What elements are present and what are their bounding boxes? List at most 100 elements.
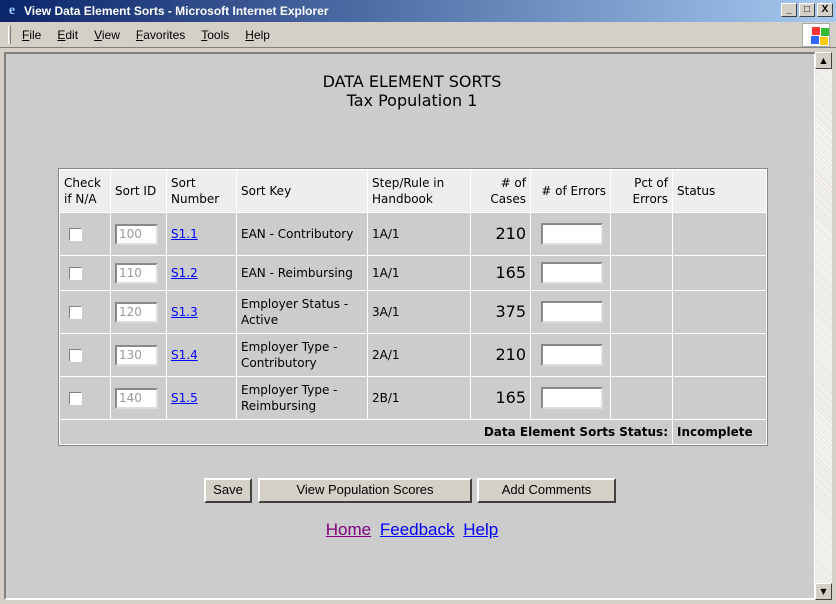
status [673, 291, 766, 333]
step-rule: 1A/1 [368, 213, 470, 255]
sort-number-cell: S1.3 [167, 291, 236, 333]
pct-errors [611, 256, 672, 290]
feedback-link[interactable]: Feedback [380, 520, 455, 539]
errors-input[interactable] [541, 387, 603, 409]
errors-cell [531, 213, 610, 255]
table-row: 140 S1.5 Employer Type - Reimbursing 2B/1 16… [60, 377, 766, 419]
col-status: Status [673, 170, 766, 212]
menu-view[interactable]: View [94, 28, 120, 42]
sort-key: Employer Type - Reimbursing [237, 377, 367, 419]
sort-id-input: 110 [115, 262, 158, 284]
step-rule: 1A/1 [368, 256, 470, 290]
sorts-status-label: Data Element Sorts Status: [60, 420, 672, 444]
errors-input[interactable] [541, 262, 603, 284]
na-cell [60, 291, 110, 333]
errors-cell [531, 256, 610, 290]
errors-input[interactable] [541, 344, 603, 366]
sort-number-cell: S1.2 [167, 256, 236, 290]
home-link[interactable]: Home [326, 520, 371, 539]
sort-id-input: 100 [115, 223, 158, 245]
col-cases: # of Cases [471, 170, 530, 212]
sort-id-cell: 120 [111, 291, 166, 333]
close-button[interactable]: X [817, 3, 833, 17]
menu-edit[interactable]: Edit [57, 28, 78, 42]
page-content: DATA ELEMENT SORTS Tax Population 1 Chec… [4, 52, 816, 600]
scroll-up-button[interactable]: ▲ [815, 52, 832, 69]
na-cell [60, 377, 110, 419]
errors-cell [531, 377, 610, 419]
minimize-button[interactable]: _ [781, 3, 797, 17]
col-errors: # of Errors [531, 170, 610, 212]
na-cell [60, 213, 110, 255]
toolbar-grip[interactable] [8, 26, 11, 44]
cases: 165 [471, 377, 530, 419]
header-row: Check if N/A Sort ID Sort Number Sort Ke… [60, 170, 766, 212]
table-row: 110 S1.2 EAN - Reimbursing 1A/1 165 [60, 256, 766, 290]
window-title: View Data Element Sorts - Microsoft Inte… [24, 4, 329, 18]
page-title: DATA ELEMENT SORTS [322, 72, 502, 91]
add-comments-button[interactable]: Add Comments [477, 478, 616, 503]
step-rule: 2B/1 [368, 377, 470, 419]
sort-number-link[interactable]: S1.4 [171, 348, 198, 362]
save-button[interactable]: Save [204, 478, 252, 503]
na-checkbox[interactable] [69, 305, 82, 319]
errors-cell [531, 334, 610, 376]
sort-id-cell: 110 [111, 256, 166, 290]
sorts-table: Check if N/A Sort ID Sort Number Sort Ke… [58, 168, 768, 446]
sort-id-cell: 130 [111, 334, 166, 376]
menu-favorites[interactable]: Favorites [136, 28, 185, 42]
sort-number-link[interactable]: S1.3 [171, 305, 198, 319]
footer-links: Home Feedback Help [6, 520, 818, 540]
scroll-down-button[interactable]: ▼ [815, 583, 832, 600]
menu-file[interactable]: File [22, 28, 41, 42]
sort-key: Employer Status - Active [237, 291, 367, 333]
cases: 210 [471, 213, 530, 255]
sort-number-link[interactable]: S1.5 [171, 391, 198, 405]
step-rule: 2A/1 [368, 334, 470, 376]
sort-number-link[interactable]: S1.2 [171, 266, 198, 280]
view-population-scores-button[interactable]: View Population Scores [258, 478, 472, 503]
errors-input[interactable] [541, 223, 603, 245]
sort-key: Employer Type - Contributory [237, 334, 367, 376]
table-row: 130 S1.4 Employer Type - Contributory 2A/1 2… [60, 334, 766, 376]
na-checkbox[interactable] [69, 227, 82, 241]
sort-id-cell: 140 [111, 377, 166, 419]
step-rule: 3A/1 [368, 291, 470, 333]
vertical-scrollbar[interactable]: ▲ ▼ [815, 52, 832, 600]
sort-key: EAN - Contributory [237, 213, 367, 255]
col-sort-number: Sort Number [167, 170, 236, 212]
sort-number-cell: S1.5 [167, 377, 236, 419]
title-bar: e View Data Element Sorts - Microsoft In… [0, 0, 836, 22]
maximize-button[interactable]: □ [799, 3, 815, 17]
pct-errors [611, 291, 672, 333]
sort-key: EAN - Reimbursing [237, 256, 367, 290]
sort-id-input: 120 [115, 301, 158, 323]
menu-help[interactable]: Help [245, 28, 270, 42]
errors-input[interactable] [541, 301, 603, 323]
footer-row: Data Element Sorts Status: Incomplete [60, 420, 766, 444]
na-checkbox[interactable] [69, 348, 82, 362]
status [673, 334, 766, 376]
col-step-rule: Step/Rule in Handbook [368, 170, 470, 212]
cases: 210 [471, 334, 530, 376]
cases: 375 [471, 291, 530, 333]
col-check-na: Check if N/A [60, 170, 110, 212]
help-link[interactable]: Help [463, 520, 498, 539]
table-row: 100 S1.1 EAN - Contributory 1A/1 210 [60, 213, 766, 255]
table-row: 120 S1.3 Employer Status - Active 3A/1 375 [60, 291, 766, 333]
page-subtitle: Tax Population 1 [346, 91, 478, 110]
na-cell [60, 256, 110, 290]
sort-number-cell: S1.4 [167, 334, 236, 376]
na-checkbox[interactable] [69, 391, 82, 405]
sort-number-link[interactable]: S1.1 [171, 227, 198, 241]
status [673, 377, 766, 419]
status [673, 213, 766, 255]
ie-icon: e [8, 3, 16, 18]
col-sort-key: Sort Key [237, 170, 367, 212]
menu-tools[interactable]: Tools [201, 28, 229, 42]
na-cell [60, 334, 110, 376]
na-checkbox[interactable] [69, 266, 82, 280]
pct-errors [611, 334, 672, 376]
sort-id-input: 130 [115, 344, 158, 366]
sorts-status-value: Incomplete [673, 420, 766, 444]
